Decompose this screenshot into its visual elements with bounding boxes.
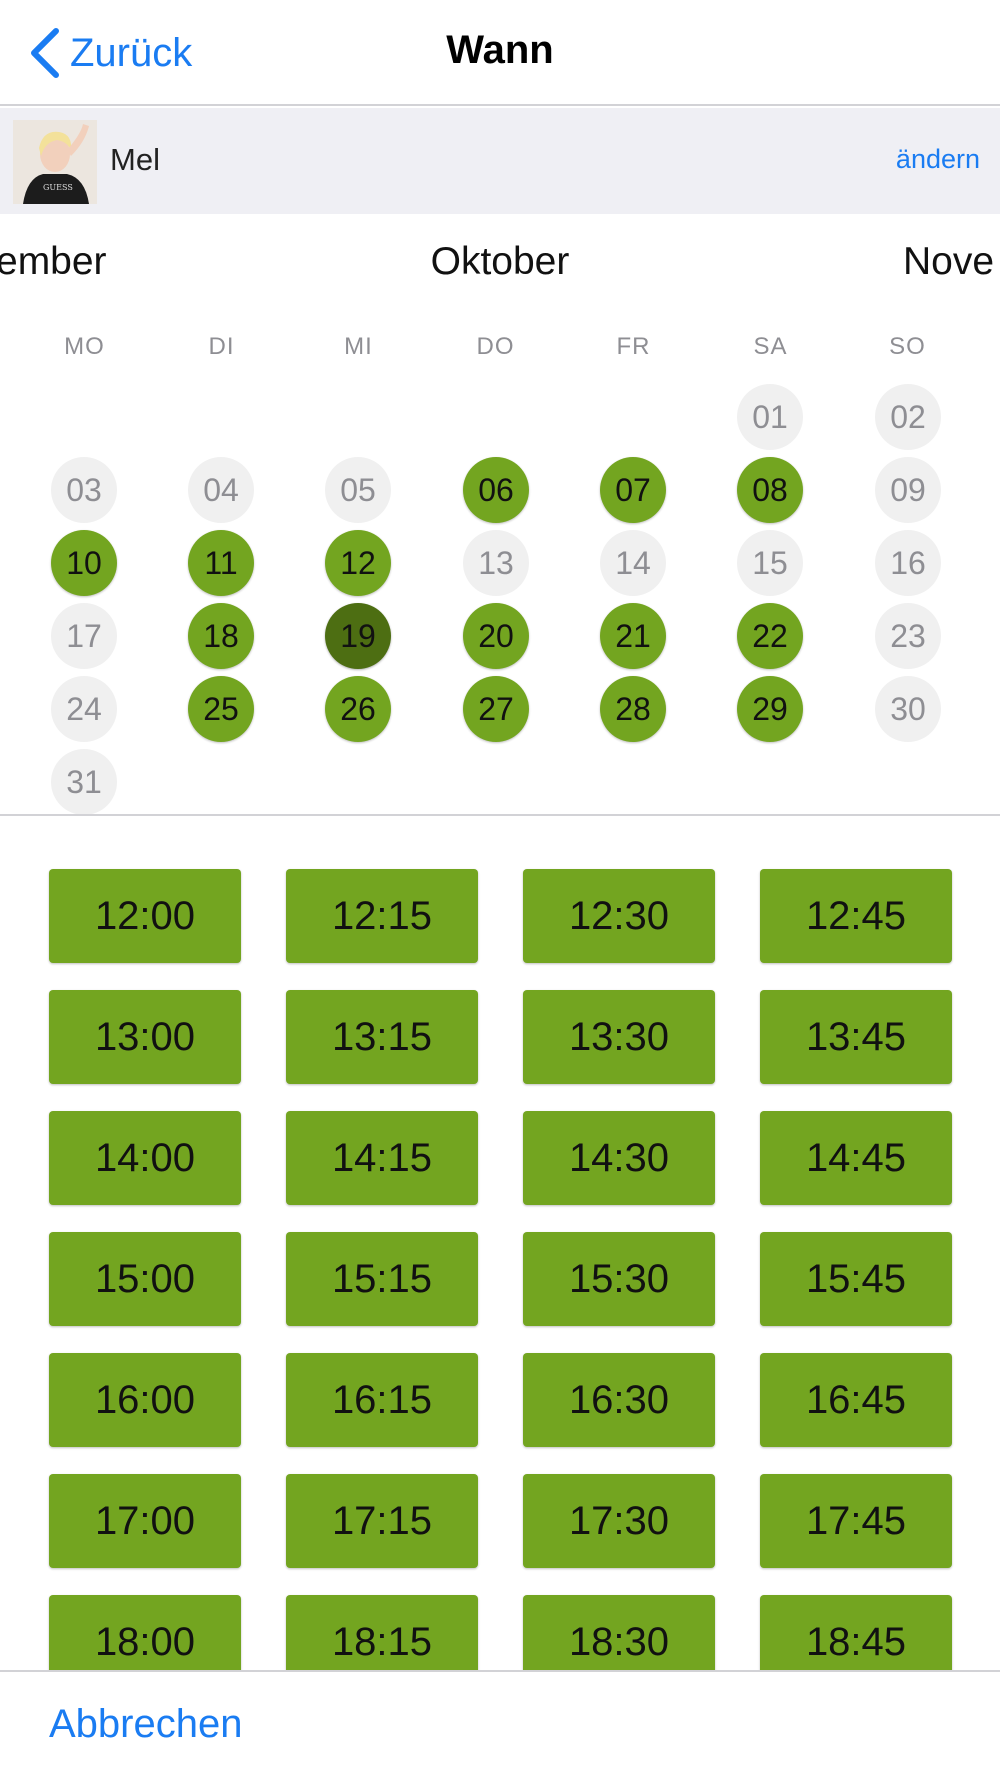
cancel-button[interactable]: Abbrechen bbox=[49, 1702, 242, 1747]
time-slot-grid[interactable]: 12:00 12:15 12:30 12:45 13:00 13:15 13:30 13:45… bbox=[0, 816, 1000, 1670]
time-slot-button[interactable]: 13:15 bbox=[286, 990, 478, 1084]
time-slot-button[interactable]: 14:30 bbox=[523, 1111, 715, 1205]
calendar-day[interactable]: 28 bbox=[600, 676, 666, 742]
time-slot-button[interactable]: 12:45 bbox=[760, 869, 952, 963]
page-title: Wann bbox=[446, 28, 554, 72]
time-slot-button[interactable]: 18:45 bbox=[760, 1595, 952, 1670]
weekday-label: DO bbox=[476, 333, 515, 360]
time-slot-button[interactable]: 17:00 bbox=[49, 1474, 241, 1568]
calendar-day: 09 bbox=[875, 457, 941, 523]
calendar-day: 05 bbox=[325, 457, 391, 523]
time-slot-button[interactable]: 15:45 bbox=[760, 1232, 952, 1326]
calendar-day-selected[interactable]: 19 bbox=[325, 603, 391, 669]
calendar-day[interactable]: 27 bbox=[463, 676, 529, 742]
time-slot-button[interactable]: 13:00 bbox=[49, 990, 241, 1084]
time-slot-button[interactable]: 13:45 bbox=[760, 990, 952, 1084]
calendar-day[interactable]: 10 bbox=[51, 530, 117, 596]
person-name: Mel bbox=[110, 142, 160, 177]
weekday-label: MI bbox=[344, 333, 373, 360]
time-slot-button[interactable]: 12:00 bbox=[49, 869, 241, 963]
footer-bar: Abbrechen bbox=[0, 1670, 1000, 1778]
time-slot-button[interactable]: 12:30 bbox=[523, 869, 715, 963]
change-person-link[interactable]: ändern bbox=[896, 144, 980, 175]
calendar-day[interactable]: 11 bbox=[188, 530, 254, 596]
time-slot-button[interactable]: 16:45 bbox=[760, 1353, 952, 1447]
calendar-day: 23 bbox=[875, 603, 941, 669]
calendar-day: 01 bbox=[737, 384, 803, 450]
weekday-label: MO bbox=[64, 333, 105, 360]
person-bar: GUESS Mel ändern bbox=[0, 108, 1000, 214]
calendar-day: 14 bbox=[600, 530, 666, 596]
current-month-label: Oktober bbox=[430, 240, 570, 283]
avatar: GUESS bbox=[13, 120, 97, 204]
calendar-day[interactable]: 26 bbox=[325, 676, 391, 742]
calendar-day[interactable]: 20 bbox=[463, 603, 529, 669]
calendar-day[interactable]: 12 bbox=[325, 530, 391, 596]
time-slot-button[interactable]: 17:45 bbox=[760, 1474, 952, 1568]
calendar-day: 30 bbox=[875, 676, 941, 742]
time-slot-button[interactable]: 14:00 bbox=[49, 1111, 241, 1205]
time-slot-button[interactable]: 14:15 bbox=[286, 1111, 478, 1205]
time-slot-button[interactable]: 17:30 bbox=[523, 1474, 715, 1568]
time-slot-button[interactable]: 18:30 bbox=[523, 1595, 715, 1670]
time-slot-button[interactable]: 14:45 bbox=[760, 1111, 952, 1205]
calendar-day: 17 bbox=[51, 603, 117, 669]
time-slot-button[interactable]: 15:15 bbox=[286, 1232, 478, 1326]
time-slot-button[interactable]: 17:15 bbox=[286, 1474, 478, 1568]
time-slot-button[interactable]: 12:15 bbox=[286, 869, 478, 963]
calendar-day: 16 bbox=[875, 530, 941, 596]
weekday-label: SA bbox=[753, 333, 788, 360]
next-month-label[interactable]: Nove bbox=[903, 240, 994, 284]
time-slot-button[interactable]: 18:15 bbox=[286, 1595, 478, 1670]
time-slot-button[interactable]: 15:30 bbox=[523, 1232, 715, 1326]
time-slot-button[interactable]: 16:15 bbox=[286, 1353, 478, 1447]
calendar-day[interactable]: 06 bbox=[463, 457, 529, 523]
calendar-day: 15 bbox=[737, 530, 803, 596]
time-slot-button[interactable]: 13:30 bbox=[523, 990, 715, 1084]
time-slot-button[interactable]: 18:00 bbox=[49, 1595, 241, 1670]
weekday-label: DI bbox=[208, 333, 235, 360]
time-slot-button[interactable]: 15:00 bbox=[49, 1232, 241, 1326]
calendar-day[interactable]: 08 bbox=[737, 457, 803, 523]
calendar-day[interactable]: 21 bbox=[600, 603, 666, 669]
calendar-day[interactable]: 25 bbox=[188, 676, 254, 742]
time-slot-button[interactable]: 16:00 bbox=[49, 1353, 241, 1447]
calendar-day: 04 bbox=[188, 457, 254, 523]
calendar-day: 02 bbox=[875, 384, 941, 450]
avatar-logo-text: GUESS bbox=[43, 183, 73, 192]
weekday-label: FR bbox=[616, 333, 651, 360]
navigation-bar: Zurück Wann bbox=[0, 0, 1000, 106]
calendar-day[interactable]: 29 bbox=[737, 676, 803, 742]
calendar-day: 03 bbox=[51, 457, 117, 523]
weekday-label: SO bbox=[889, 333, 926, 360]
calendar-day: 24 bbox=[51, 676, 117, 742]
calendar-day[interactable]: 22 bbox=[737, 603, 803, 669]
calendar-day[interactable]: 07 bbox=[600, 457, 666, 523]
calendar-day: 31 bbox=[51, 749, 117, 815]
time-slot-button[interactable]: 16:30 bbox=[523, 1353, 715, 1447]
calendar-day[interactable]: 18 bbox=[188, 603, 254, 669]
calendar-day: 13 bbox=[463, 530, 529, 596]
